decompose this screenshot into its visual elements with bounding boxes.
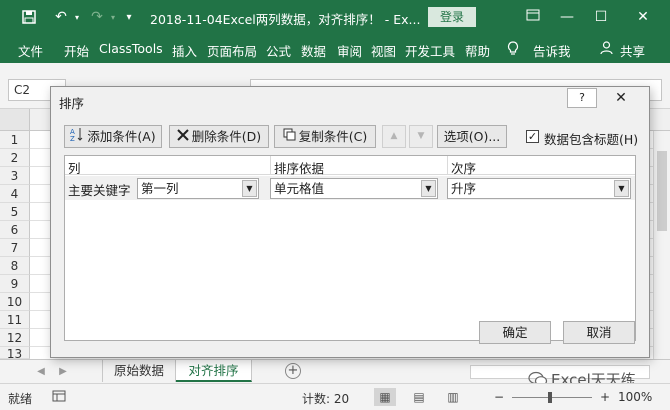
options-button[interactable]: 选项(O)... (437, 125, 507, 148)
row-header[interactable]: 3 (0, 167, 30, 185)
restore-button[interactable]: ☐ (588, 6, 614, 28)
sort-on-value: 单元格值 (274, 181, 325, 196)
zoom-slider[interactable] (512, 397, 592, 398)
share-button[interactable]: 共享 (620, 41, 645, 60)
zoom-level[interactable]: 100% (618, 390, 652, 404)
order-select[interactable]: 升序 ▼ (447, 178, 631, 199)
sheet-tab-original-data[interactable]: 原始数据 (102, 360, 176, 382)
order-value: 升序 (451, 181, 477, 196)
svg-text:Z: Z (70, 135, 75, 141)
sort-column-value: 第一列 (141, 181, 179, 196)
minimize-button[interactable]: — (554, 6, 580, 28)
column-header-column: 列 (68, 161, 81, 176)
cancel-button[interactable]: 取消 (563, 321, 635, 344)
row-header[interactable]: 1 (0, 131, 30, 149)
dialog-close-button[interactable]: ✕ (598, 88, 644, 108)
add-level-icon: AZ (70, 127, 84, 148)
zoom-in-button[interactable]: + (600, 390, 610, 404)
page-break-view-icon[interactable]: ▥ (442, 388, 464, 406)
copy-icon (283, 127, 296, 148)
tab-classtools[interactable]: ClassTools (99, 41, 163, 56)
has-headers-label[interactable]: 数据包含标题(H) (544, 129, 638, 148)
copy-level-button[interactable]: 复制条件(C) (274, 125, 376, 148)
sort-level-row[interactable]: 主要关键字 第一列 ▼ 单元格值 ▼ 升序 ▼ (65, 176, 635, 200)
tab-formulas[interactable]: 公式 (266, 41, 291, 60)
sort-levels-list: 列 排序依据 次序 主要关键字 第一列 ▼ 单元格值 ▼ 升序 ▼ (64, 155, 636, 341)
sort-levels-header: 列 排序依据 次序 (65, 156, 635, 176)
row-header[interactable]: 2 (0, 149, 30, 167)
ok-button[interactable]: 确定 (479, 321, 551, 344)
column-header-sort-on: 排序依据 (274, 161, 325, 176)
row-header[interactable]: 4 (0, 185, 30, 203)
add-level-button[interactable]: AZ 添加条件(A) (64, 125, 162, 148)
tab-review[interactable]: 审阅 (337, 41, 362, 60)
chevron-down-icon[interactable]: ▼ (421, 180, 436, 197)
tab-view[interactable]: 视图 (371, 41, 396, 60)
sort-on-select[interactable]: 单元格值 ▼ (270, 178, 438, 199)
normal-view-icon[interactable]: ▦ (374, 388, 396, 406)
primary-key-label: 主要关键字 (68, 183, 131, 198)
status-bar: 就绪 计数: 20 ▦ ▤ ▥ − + 100% (0, 383, 670, 410)
copy-level-label: 复制条件(C) (298, 129, 368, 144)
row-header[interactable]: 13 (0, 347, 30, 359)
has-headers-checkbox[interactable]: ✓ (526, 130, 539, 143)
zoom-slider-thumb[interactable] (548, 392, 552, 403)
move-up-icon[interactable]: ▲ (382, 125, 406, 148)
tab-developer[interactable]: 开发工具 (405, 41, 455, 60)
person-icon[interactable] (600, 41, 613, 58)
row-header[interactable]: 5 (0, 203, 30, 221)
status-count: 计数: 20 (302, 392, 350, 406)
select-all-corner[interactable] (0, 109, 30, 131)
row-header[interactable]: 6 (0, 221, 30, 239)
row-header[interactable]: 9 (0, 275, 30, 293)
row-header[interactable]: 12 (0, 329, 30, 347)
dialog-help-button[interactable]: ? (567, 88, 597, 108)
save-icon[interactable] (20, 8, 38, 26)
zoom-out-button[interactable]: − (494, 390, 504, 404)
ribbon-tabs: 文件 开始 ClassTools 插入 页面布局 公式 数据 审阅 视图 开发工… (0, 35, 670, 63)
page-layout-view-icon[interactable]: ▤ (408, 388, 430, 406)
sheet-tab-align-sort[interactable]: 对齐排序 (176, 360, 252, 382)
row-header[interactable]: 8 (0, 257, 30, 275)
header-divider (270, 156, 271, 175)
tab-data[interactable]: 数据 (301, 41, 326, 60)
sheet-nav-next-icon[interactable]: ▶ (56, 364, 70, 380)
ribbon-display-icon[interactable] (520, 6, 546, 28)
lightbulb-icon[interactable] (507, 41, 519, 60)
quick-access-customize-icon[interactable]: ▾ (120, 8, 138, 26)
close-button[interactable]: ✕ (630, 6, 656, 28)
tell-me-box[interactable]: 告诉我 (533, 41, 571, 60)
status-ready: 就绪 (8, 392, 33, 406)
delete-level-button[interactable]: 删除条件(D) (169, 125, 269, 148)
sheet-nav-prev-icon[interactable]: ◀ (34, 364, 48, 380)
delete-level-label: 删除条件(D) (191, 129, 262, 144)
delete-x-icon (177, 127, 189, 148)
column-header-order: 次序 (451, 161, 477, 176)
header-divider (447, 156, 448, 175)
dialog-title: 排序 (59, 96, 85, 111)
window-title: 2018-11-04Excel两列数据，对齐排序！ - Ex... (150, 12, 421, 27)
tab-help[interactable]: 帮助 (465, 41, 490, 60)
tab-home[interactable]: 开始 (64, 41, 89, 60)
vertical-scrollbar[interactable] (653, 131, 670, 359)
row-header[interactable]: 10 (0, 293, 30, 311)
move-down-icon[interactable]: ▼ (409, 125, 433, 148)
login-button[interactable]: 登录 (428, 7, 476, 27)
tab-insert[interactable]: 插入 (172, 41, 197, 60)
tab-file[interactable]: 文件 (18, 41, 43, 60)
chevron-down-icon[interactable]: ▼ (614, 180, 629, 197)
add-level-label: 添加条件(A) (87, 129, 156, 144)
undo-dropdown-icon[interactable]: ▾ (68, 8, 86, 26)
sort-column-select[interactable]: 第一列 ▼ (137, 178, 259, 199)
macro-record-icon[interactable] (52, 389, 66, 406)
row-header[interactable]: 7 (0, 239, 30, 257)
sort-dialog: 排序 ? ✕ AZ 添加条件(A) 删除条件(D) 复制条件(C) ▲ ▼ 选项… (50, 86, 650, 358)
title-bar: ↶ ▾ ↷ ▾ ▾ 2018-11-04Excel两列数据，对齐排序！ - Ex… (0, 0, 670, 35)
tab-page-layout[interactable]: 页面布局 (207, 41, 257, 60)
chevron-down-icon[interactable]: ▼ (242, 180, 257, 197)
row-header[interactable]: 11 (0, 311, 30, 329)
vertical-scroll-thumb[interactable] (657, 151, 667, 231)
add-sheet-button[interactable]: + (285, 363, 301, 379)
